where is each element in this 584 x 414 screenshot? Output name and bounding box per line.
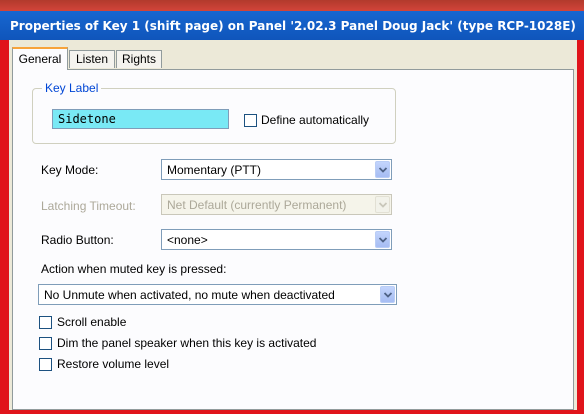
- chevron-down-icon[interactable]: [375, 161, 390, 178]
- chevron-down-icon[interactable]: [375, 231, 390, 248]
- muted-action-select[interactable]: No Unmute when activated, no mute when d…: [38, 284, 397, 305]
- scroll-enable-checkbox[interactable]: [39, 316, 52, 329]
- key-mode-value: Momentary (PTT): [167, 163, 262, 177]
- frame-left-edge: [0, 40, 9, 414]
- tab-rights[interactable]: Rights: [116, 50, 162, 68]
- tab-listen[interactable]: Listen: [69, 50, 115, 68]
- key-mode-label: Key Mode:: [41, 163, 99, 177]
- radio-button-label: Radio Button:: [41, 233, 114, 247]
- frame-bottom-edge: [0, 410, 584, 414]
- title-bar-top-strip: [0, 0, 584, 11]
- muted-action-label: Action when muted key is pressed:: [41, 262, 227, 276]
- radio-button-select[interactable]: <none>: [161, 229, 392, 250]
- key-mode-select[interactable]: Momentary (PTT): [161, 159, 392, 180]
- restore-volume-checkbox[interactable]: [39, 358, 52, 371]
- key-label-legend: Key Label: [42, 81, 102, 95]
- restore-volume-label[interactable]: Restore volume level: [57, 357, 169, 371]
- dim-speaker-label[interactable]: Dim the panel speaker when this key is a…: [57, 336, 316, 350]
- muted-action-value: No Unmute when activated, no mute when d…: [44, 288, 335, 302]
- dim-speaker-checkbox[interactable]: [39, 337, 52, 350]
- chevron-down-icon: [375, 196, 390, 213]
- define-automatically-checkbox[interactable]: [244, 114, 257, 127]
- title-bar[interactable]: Properties of Key 1 (shift page) on Pane…: [0, 0, 584, 40]
- frame-right-edge: [577, 40, 584, 414]
- define-automatically-label[interactable]: Define automatically: [261, 113, 369, 127]
- window-title: Properties of Key 1 (shift page) on Pane…: [10, 19, 576, 33]
- key-label-input[interactable]: Sidetone: [52, 109, 229, 129]
- tab-general[interactable]: General: [12, 47, 68, 70]
- latching-timeout-value: Net Default (currently Permanent): [167, 198, 347, 212]
- scroll-enable-label[interactable]: Scroll enable: [57, 315, 126, 329]
- latching-timeout-label: Latching Timeout:: [41, 199, 136, 213]
- radio-button-value: <none>: [167, 233, 208, 247]
- chevron-down-icon[interactable]: [380, 286, 395, 303]
- latching-timeout-select: Net Default (currently Permanent): [161, 194, 392, 215]
- properties-dialog: General Listen Rights Key Label Sidetone…: [9, 40, 577, 410]
